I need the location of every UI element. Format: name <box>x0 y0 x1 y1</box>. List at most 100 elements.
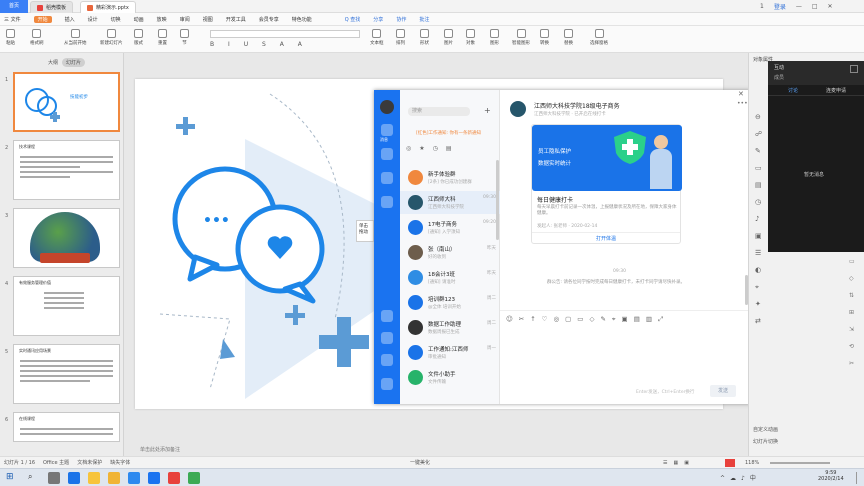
replace-button[interactable]: 替换 <box>564 29 573 46</box>
tab-interaction[interactable]: 互动 <box>774 64 784 71</box>
health-card[interactable]: 员工隐私保护 数据实时统计 每日健康打卡 每天早晨打卡前记录一次体温，上报健康状… <box>531 124 682 244</box>
list-scrollbar[interactable] <box>496 160 499 240</box>
custom-animation-link[interactable]: 自定义动画 <box>753 426 778 433</box>
menu-file[interactable]: 三 文件 <box>4 16 21 23</box>
menu-review[interactable]: 审阅 <box>180 16 190 23</box>
font-style-buttons[interactable]: B I U S A A <box>210 41 360 49</box>
arrange-button[interactable]: 排列 <box>396 29 405 46</box>
play-icon[interactable] <box>725 458 735 467</box>
shape-button[interactable]: 形状 <box>420 29 429 46</box>
tab-slides[interactable]: 幻灯片 <box>62 58 86 67</box>
composer-toolbar-icons[interactable]: ☺✂↑♡◎▢▭◇✎⌖▣▤▥⤢ <box>506 315 669 324</box>
conversation-item[interactable]: 文件小助手 文件传输 <box>400 366 500 389</box>
task-view-icon[interactable] <box>48 472 60 484</box>
menu-member[interactable]: 会员专享 <box>259 16 279 23</box>
dingtalk-icon[interactable] <box>148 472 160 484</box>
chrome-icon[interactable] <box>88 472 100 484</box>
login-link[interactable]: 登录 <box>774 2 786 11</box>
card-action-link[interactable]: 打开体温 <box>532 232 680 244</box>
tab-outline[interactable]: 大纲 <box>44 58 62 67</box>
smartart-button[interactable]: 智能图形 <box>512 29 530 46</box>
conversation-item[interactable]: 培训群123 @全体 培训开始 周二 <box>400 291 500 314</box>
document-icon[interactable] <box>381 148 393 160</box>
notification-banner[interactable]: [红色]工作通知: 你有一条新通知 <box>416 130 481 136</box>
notes-placeholder[interactable]: 单击此处添加备注 <box>140 446 180 453</box>
missing-font[interactable]: 缺失字体 <box>110 459 130 466</box>
clock[interactable]: 9:59 2020/2/14 <box>818 470 844 482</box>
reset-button[interactable]: 重置 <box>158 29 167 46</box>
conversation-item[interactable]: 17电子商务 [通知] 入学须知 09:20 <box>400 216 500 239</box>
notes-area[interactable] <box>135 411 723 441</box>
slide-thumb-1[interactable]: 技能初步 <box>13 72 120 132</box>
convert-button[interactable]: 转换 <box>540 29 549 46</box>
close-icon[interactable]: ✕ <box>828 3 833 10</box>
new-slide-button[interactable]: 新建幻灯片 <box>100 29 123 46</box>
slide-thumb-4[interactable]: 有效服务管理价值 <box>13 276 120 336</box>
section-button[interactable]: 节 <box>180 29 189 46</box>
menu-comment[interactable]: 批注 <box>419 16 429 23</box>
view-mode-icons[interactable]: ☰▦▣ <box>663 460 695 466</box>
menu-transition[interactable]: 切换 <box>111 16 121 23</box>
store-icon[interactable] <box>128 472 140 484</box>
message-icon[interactable] <box>381 124 393 136</box>
slide-transition-link[interactable]: 幻灯片切换 <box>753 438 778 445</box>
expand-icon[interactable] <box>850 65 858 73</box>
conversation-item[interactable]: 新手体验群 [2条] 你已成功创建群 <box>400 166 500 189</box>
doc-protection[interactable]: 文档未保护 <box>77 459 102 466</box>
menu-collab[interactable]: 协作 <box>396 16 406 23</box>
menu-slideshow[interactable]: 放映 <box>157 16 167 23</box>
paste-button[interactable]: 粘贴 <box>6 29 15 46</box>
slide-thumb-6[interactable]: 在线课程 <box>13 412 120 442</box>
conversation-item[interactable]: 数据工作助理 数据周报已生成 周二 <box>400 316 500 339</box>
beautify-button[interactable]: 一键美化 <box>410 459 430 466</box>
more-icon[interactable]: ••• <box>737 100 748 107</box>
message-input[interactable] <box>506 327 746 383</box>
side-tool-icons[interactable]: ⊖ ☍ ✎ ▭ ▤ ◷ ♪ ▣ ☰ ◐ ⌖ ✦ ⇄ <box>755 109 765 359</box>
user-avatar[interactable] <box>380 100 394 114</box>
slide-thumb-2[interactable]: 技术课程 <box>13 140 120 200</box>
conversation-item[interactable]: 张（南山） 好的收到 昨天 <box>400 241 500 264</box>
tab-mic-request[interactable]: 连麦申请 <box>826 87 846 94</box>
start-current-button[interactable]: 从当前开始 <box>64 29 87 46</box>
tab-presentation[interactable]: 精彩演示.pptx <box>80 1 136 13</box>
object-button[interactable]: 对象 <box>466 29 475 46</box>
menu-share[interactable]: 分享 <box>373 16 383 23</box>
home-tab[interactable]: 首页 <box>0 0 28 13</box>
menu-design[interactable]: 设计 <box>88 16 98 23</box>
format-painter-button[interactable]: 格式刷 <box>30 29 44 46</box>
graphic-button[interactable]: 图形 <box>490 29 499 46</box>
textbox-button[interactable]: 文本框 <box>370 29 384 46</box>
tray-icons[interactable]: ^☁♪中 <box>720 473 761 482</box>
menu-special[interactable]: 特色功能 <box>292 16 312 23</box>
more-icon[interactable] <box>381 378 393 390</box>
search-icon[interactable]: ⌕ <box>28 472 32 482</box>
conversation-item[interactable]: 工作通知:江西师 审批通知 周一 <box>400 341 500 364</box>
conversation-item-selected[interactable]: 江西师大科 江西师大科技学院 09:30 <box>400 191 500 214</box>
wechat-icon[interactable] <box>188 472 200 484</box>
selection-pane-button[interactable]: 选择窗格 <box>590 29 608 46</box>
menu-developer[interactable]: 开发工具 <box>226 16 246 23</box>
tab-members[interactable]: 成员 <box>774 74 784 81</box>
tab-daoke[interactable]: 稻壳模板 <box>30 1 74 13</box>
calendar-icon[interactable] <box>381 172 393 184</box>
folder-icon[interactable] <box>108 472 120 484</box>
layout-button[interactable]: 版式 <box>134 29 143 46</box>
zoom-slider[interactable] <box>770 462 830 464</box>
font-selector[interactable] <box>210 30 360 38</box>
send-button[interactable]: 发送 <box>710 385 736 397</box>
slide-thumb-3[interactable] <box>13 208 120 268</box>
contacts-icon[interactable] <box>381 310 393 322</box>
slide-thumb-5[interactable]: 实时通讯应用场景 <box>13 344 120 404</box>
right-tool-icons[interactable]: ▭ ◇ ⇅ ⊞ ⇲ ⟲ ✂ <box>849 253 859 403</box>
minimize-icon[interactable]: — <box>796 3 802 10</box>
mail-icon[interactable] <box>381 354 393 366</box>
add-icon[interactable]: + <box>484 106 491 115</box>
workbench-icon[interactable] <box>381 196 393 208</box>
tab-discussion[interactable]: 讨论 <box>788 87 798 94</box>
filter-icons[interactable]: ◎★◷▤ <box>406 145 460 152</box>
edge-icon[interactable] <box>68 472 80 484</box>
wps-icon[interactable] <box>168 472 180 484</box>
picture-button[interactable]: 图片 <box>444 29 453 46</box>
menu-find[interactable]: Q 查找 <box>345 16 361 23</box>
conversation-item[interactable]: 18会计3班 [通知] 请准时 昨天 <box>400 266 500 289</box>
